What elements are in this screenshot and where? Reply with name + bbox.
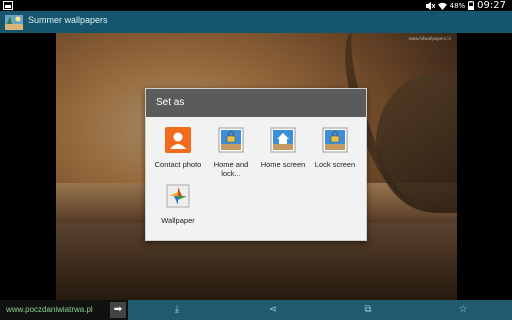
option-contact-photo[interactable]: Contact photo: [152, 127, 204, 169]
ad-text: www.poczdaniwiatrwa.pl: [6, 305, 93, 314]
set-as-dialog: Set as Contact photo Home and lock... Ho…: [145, 88, 367, 241]
home-icon: [270, 127, 296, 153]
option-label: Lock screen: [314, 160, 356, 169]
option-label: Wallpaper: [161, 216, 195, 225]
bottom-bar: www.poczdaniwiatrwa.pl ➡ ⤓ ⋖ ⧉ ☆: [0, 300, 512, 320]
action-bar: Summer wallpapers: [0, 11, 512, 33]
crop-icon[interactable]: ⧉: [360, 302, 376, 318]
battery-percent: 48%: [449, 1, 466, 10]
status-bar: 48% 09:27: [0, 0, 512, 11]
wallpaper-watermark: www.hdwallpapers.in: [408, 36, 451, 41]
screenshot-notification-icon: [3, 1, 13, 10]
arrow-right-icon[interactable]: ➡: [110, 302, 126, 318]
dialog-title: Set as: [146, 89, 366, 117]
wallpaper-icon: [166, 184, 190, 208]
app-icon[interactable]: [4, 12, 24, 32]
download-icon[interactable]: ⤓: [169, 302, 185, 318]
share-icon[interactable]: ⋖: [265, 302, 281, 318]
contact-icon: [165, 127, 191, 153]
lock-icon: [322, 127, 348, 153]
option-wallpaper[interactable]: Wallpaper: [152, 183, 204, 225]
home-lock-icon: [218, 127, 244, 153]
option-lock-screen[interactable]: Lock screen: [309, 127, 361, 169]
wifi-icon: [437, 2, 447, 10]
option-home-and-lock[interactable]: Home and lock...: [205, 127, 257, 178]
app-title: Summer wallpapers: [28, 15, 108, 25]
battery-icon: [468, 1, 475, 10]
favorite-icon[interactable]: ☆: [455, 302, 471, 318]
option-label: Contact photo: [154, 160, 202, 169]
mute-icon: [425, 1, 435, 10]
option-home-screen[interactable]: Home screen: [257, 127, 309, 169]
clock: 09:27: [477, 0, 506, 11]
ad-banner[interactable]: www.poczdaniwiatrwa.pl ➡: [0, 300, 128, 320]
option-label: Home and lock...: [213, 160, 249, 178]
option-label: Home screen: [260, 160, 306, 169]
